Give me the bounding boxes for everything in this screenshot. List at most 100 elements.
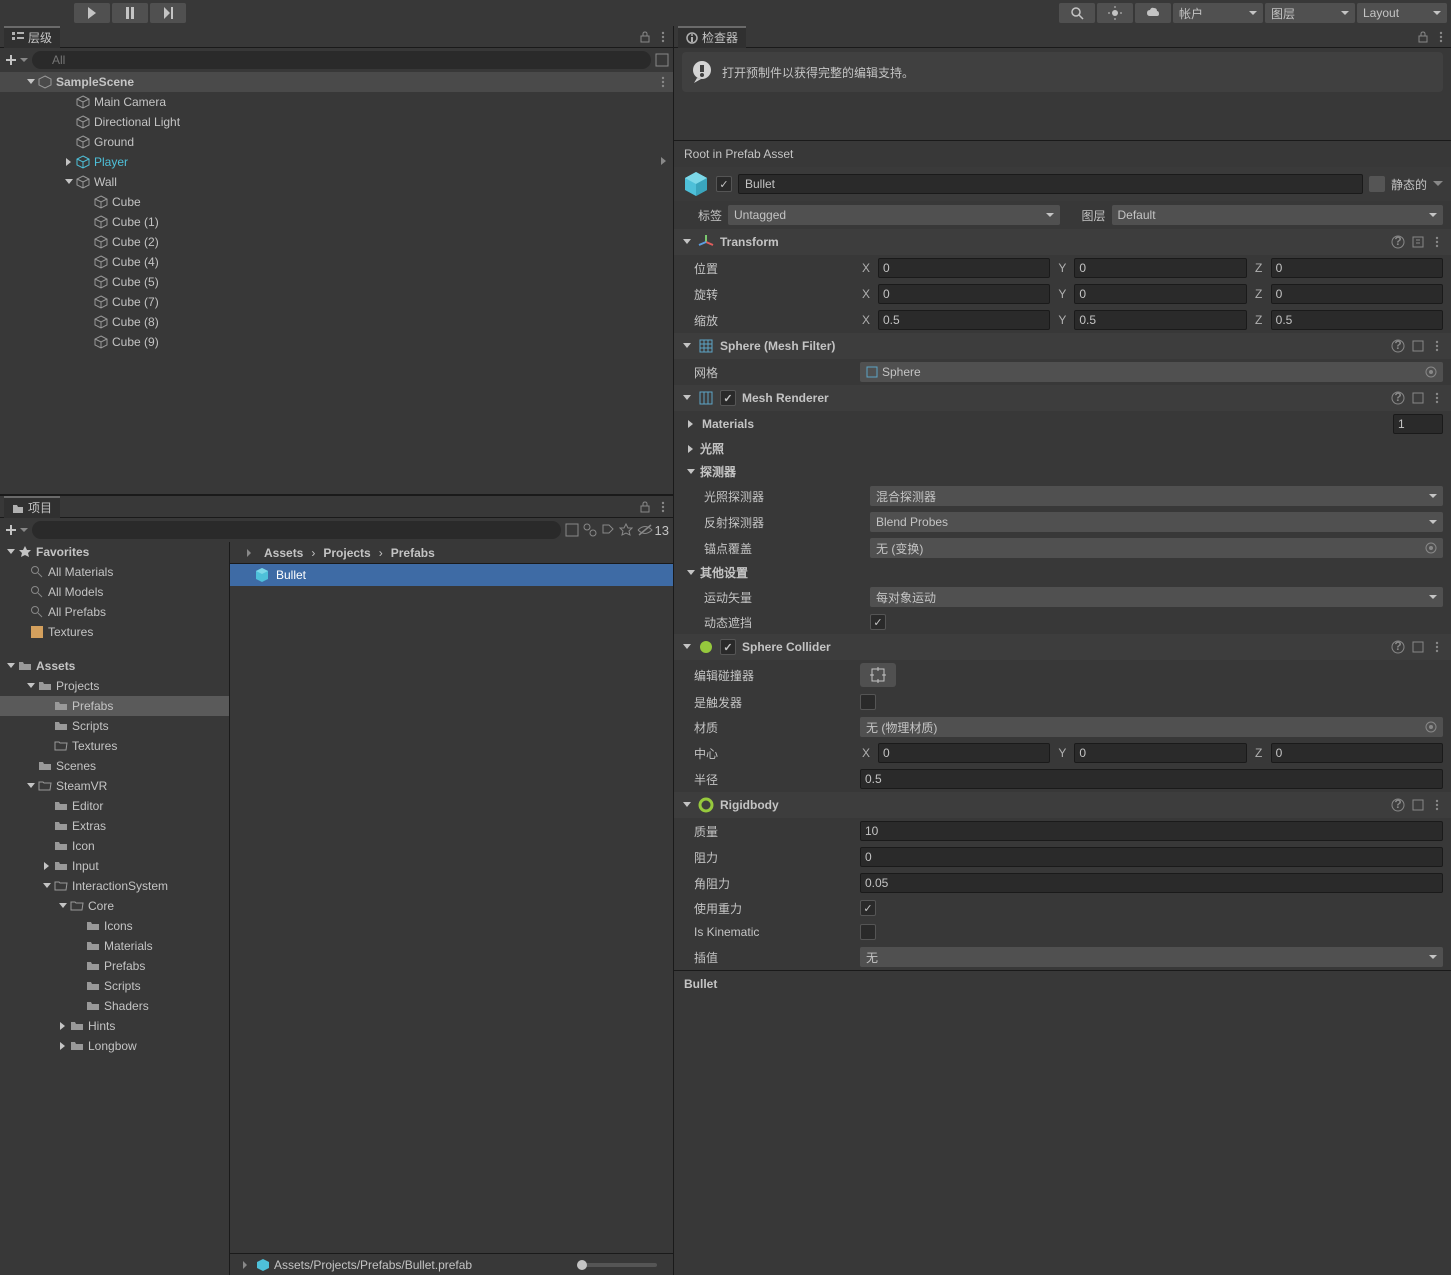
hierarchy-item[interactable]: Cube (2) <box>0 232 673 252</box>
assets-header[interactable]: Assets <box>0 656 229 676</box>
ang-drag-input[interactable] <box>860 873 1443 893</box>
favorites-header[interactable]: Favorites <box>0 542 229 562</box>
breadcrumb-item[interactable]: Prefabs <box>391 546 435 560</box>
project-folder[interactable]: Core <box>0 896 229 916</box>
hierarchy-search-input[interactable] <box>32 51 651 69</box>
project-folder[interactable]: Projects <box>0 676 229 696</box>
search-button[interactable] <box>1059 3 1095 23</box>
add-button[interactable] <box>4 523 28 537</box>
collider-mat-field[interactable]: 无 (物理材质) <box>860 717 1443 737</box>
layer-dropdown[interactable]: 图层 <box>1265 3 1355 23</box>
collider-component-header[interactable]: Sphere Collider ? <box>674 634 1451 660</box>
project-folder[interactable]: Extras <box>0 816 229 836</box>
hierarchy-item[interactable]: Cube <box>0 192 673 212</box>
rot-x-input[interactable] <box>878 284 1050 304</box>
target-icon[interactable] <box>1425 721 1437 733</box>
center-y-input[interactable] <box>1074 743 1246 763</box>
target-icon[interactable] <box>1425 542 1437 554</box>
filter-icon[interactable] <box>655 53 669 67</box>
anchor-field[interactable]: 无 (变换) <box>870 538 1443 558</box>
lock-icon[interactable] <box>639 501 651 513</box>
project-folder[interactable]: Scripts <box>0 716 229 736</box>
chevron-right-icon[interactable] <box>659 156 669 166</box>
center-x-input[interactable] <box>878 743 1050 763</box>
hierarchy-item[interactable]: Cube (5) <box>0 272 673 292</box>
project-tab[interactable]: 项目 <box>4 496 60 518</box>
hierarchy-item[interactable]: Player <box>0 152 673 172</box>
type-filter-icon[interactable] <box>583 523 597 537</box>
object-name-input[interactable] <box>738 174 1363 194</box>
scale-z-input[interactable] <box>1271 310 1443 330</box>
pos-y-input[interactable] <box>1074 258 1246 278</box>
tag-dropdown[interactable]: Untagged <box>728 205 1060 225</box>
label-filter-icon[interactable] <box>601 523 615 537</box>
meshfilter-component-header[interactable]: Sphere (Mesh Filter) ? <box>674 333 1451 359</box>
hierarchy-item[interactable]: Cube (9) <box>0 332 673 352</box>
static-checkbox[interactable] <box>1369 176 1385 192</box>
renderer-enable-checkbox[interactable] <box>720 390 736 406</box>
refl-probe-dropdown[interactable]: Blend Probes <box>870 512 1443 532</box>
help-icon[interactable]: ? <box>1391 640 1405 654</box>
project-search-input[interactable] <box>32 521 561 539</box>
menu-icon[interactable] <box>1431 799 1443 811</box>
help-icon[interactable]: ? <box>1391 391 1405 405</box>
step-button[interactable] <box>150 3 186 23</box>
menu-icon[interactable] <box>1431 340 1443 352</box>
file-item[interactable]: Bullet <box>230 564 673 586</box>
favorite-item[interactable]: All Models <box>0 582 229 602</box>
target-icon[interactable] <box>1425 366 1437 378</box>
filter-icon[interactable] <box>565 523 579 537</box>
lock-icon[interactable] <box>639 31 651 43</box>
help-icon[interactable]: ? <box>1391 339 1405 353</box>
project-folder[interactable]: Hints <box>0 1016 229 1036</box>
inspector-tab[interactable]: 检查器 <box>678 26 746 48</box>
scale-y-input[interactable] <box>1074 310 1246 330</box>
project-folder[interactable]: Scenes <box>0 756 229 776</box>
kinematic-checkbox[interactable] <box>860 924 876 940</box>
breadcrumb-item[interactable]: Assets <box>264 546 303 560</box>
hierarchy-item[interactable]: Wall <box>0 172 673 192</box>
materials-count-input[interactable] <box>1393 414 1443 434</box>
project-folder[interactable]: Prefabs <box>0 956 229 976</box>
preset-icon[interactable] <box>1411 391 1425 405</box>
pos-z-input[interactable] <box>1271 258 1443 278</box>
help-icon[interactable]: ? <box>1391 798 1405 812</box>
probes-foldout[interactable]: 探测器 <box>674 460 1451 483</box>
other-foldout[interactable]: 其他设置 <box>674 561 1451 584</box>
scale-x-input[interactable] <box>878 310 1050 330</box>
lighting-foldout[interactable]: 光照 <box>674 437 1451 460</box>
preset-icon[interactable] <box>1411 235 1425 249</box>
motion-dropdown[interactable]: 每对象运动 <box>870 587 1443 607</box>
light-probe-dropdown[interactable]: 混合探测器 <box>870 486 1443 506</box>
hierarchy-item[interactable]: Ground <box>0 132 673 152</box>
scene-row[interactable]: SampleScene <box>0 72 673 92</box>
project-folder[interactable]: Editor <box>0 796 229 816</box>
preset-icon[interactable] <box>1411 798 1425 812</box>
project-folder[interactable]: InteractionSystem <box>0 876 229 896</box>
trigger-checkbox[interactable] <box>860 694 876 710</box>
project-folder[interactable]: Input <box>0 856 229 876</box>
project-folder[interactable]: Scripts <box>0 976 229 996</box>
play-button[interactable] <box>74 3 110 23</box>
hierarchy-item[interactable]: Cube (8) <box>0 312 673 332</box>
meshrenderer-component-header[interactable]: Mesh Renderer ? <box>674 385 1451 411</box>
account-dropdown[interactable]: 帐户 <box>1173 3 1263 23</box>
project-folder[interactable]: Icons <box>0 916 229 936</box>
menu-icon[interactable] <box>1431 641 1443 653</box>
mesh-field[interactable]: Sphere <box>860 362 1443 382</box>
hierarchy-item[interactable]: Cube (4) <box>0 252 673 272</box>
transform-component-header[interactable]: Transform ? <box>674 229 1451 255</box>
center-z-input[interactable] <box>1271 743 1443 763</box>
radius-input[interactable] <box>860 769 1443 789</box>
favorite-item[interactable]: All Materials <box>0 562 229 582</box>
hierarchy-item[interactable]: Cube (7) <box>0 292 673 312</box>
zoom-slider[interactable] <box>577 1263 657 1267</box>
project-folder[interactable]: Shaders <box>0 996 229 1016</box>
menu-icon[interactable] <box>657 76 669 88</box>
star-icon[interactable] <box>619 523 633 537</box>
preset-icon[interactable] <box>1411 339 1425 353</box>
rigidbody-component-header[interactable]: Rigidbody ? <box>674 792 1451 818</box>
hierarchy-item[interactable]: Main Camera <box>0 92 673 112</box>
project-folder[interactable]: Longbow <box>0 1036 229 1056</box>
project-folder[interactable]: SteamVR <box>0 776 229 796</box>
